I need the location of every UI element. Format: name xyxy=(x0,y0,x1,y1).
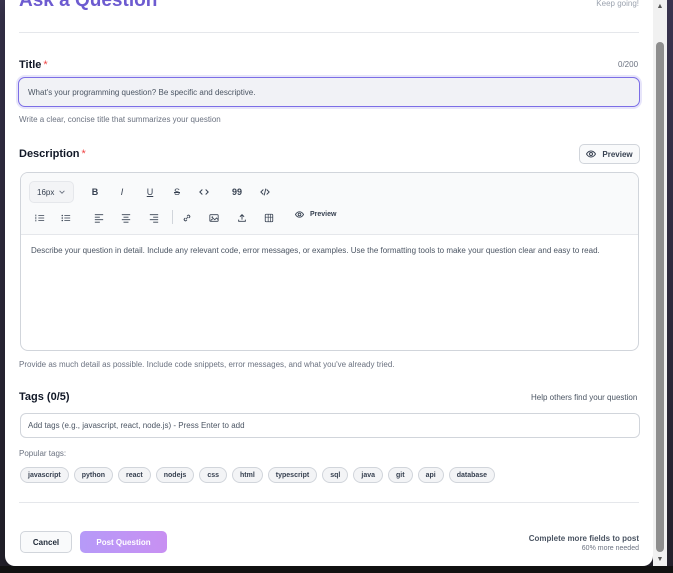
strikethrough-icon[interactable]: S xyxy=(169,184,185,200)
popular-tag[interactable]: javascript xyxy=(20,467,69,483)
popular-tags-list: javascript python react nodejs css html … xyxy=(20,467,496,483)
description-placeholder: Describe your question in detail. Includ… xyxy=(31,246,600,255)
popular-tag[interactable]: database xyxy=(448,467,496,483)
font-size-select[interactable]: 16px xyxy=(29,181,74,203)
table-icon[interactable] xyxy=(261,210,277,226)
popular-tag[interactable]: git xyxy=(388,467,413,483)
scrollbar[interactable]: ▲ ▼ xyxy=(653,0,667,566)
scrollbar-thumb[interactable] xyxy=(656,42,664,552)
required-mark: * xyxy=(81,148,86,160)
popular-tag[interactable]: react xyxy=(118,467,151,483)
popular-tag[interactable]: css xyxy=(199,467,227,483)
chevron-down-icon xyxy=(59,190,66,194)
description-textarea[interactable]: Describe your question in detail. Includ… xyxy=(31,246,631,255)
title-label: Title * xyxy=(19,59,48,71)
post-question-button[interactable]: Post Question xyxy=(80,531,167,553)
popular-tag[interactable]: typescript xyxy=(267,467,318,483)
modal-title: Ask a Question xyxy=(19,0,158,11)
editor-toolbar: 16px B I U S 99 Preview xyxy=(21,173,638,235)
background-page-strip xyxy=(0,566,673,573)
title-input-placeholder: What's your programming question? Be spe… xyxy=(28,87,256,97)
popular-tag[interactable]: api xyxy=(417,467,444,483)
bullet-list-icon[interactable] xyxy=(58,210,74,226)
code-block-icon[interactable] xyxy=(257,184,273,200)
toolbar-divider xyxy=(172,210,173,224)
scroll-down-icon[interactable]: ▼ xyxy=(656,556,664,564)
popular-tag[interactable]: html xyxy=(232,467,263,483)
align-left-icon[interactable] xyxy=(91,210,107,226)
progress-remaining: 60% more needed xyxy=(581,545,639,552)
description-hint: Provide as much detail as possible. Incl… xyxy=(19,360,395,369)
tags-label: Tags (0/5) xyxy=(19,391,70,403)
ordered-list-icon[interactable] xyxy=(32,210,48,226)
tags-helper: Help others find your question xyxy=(531,393,638,402)
eye-icon xyxy=(295,211,304,218)
preview-button-label: Preview xyxy=(602,149,633,159)
keep-going-label: Keep going! xyxy=(596,0,639,8)
popular-tag[interactable]: python xyxy=(73,467,114,483)
preview-button[interactable]: Preview xyxy=(579,144,640,164)
bold-icon[interactable]: B xyxy=(87,184,103,200)
align-right-icon[interactable] xyxy=(146,210,162,226)
tags-input-placeholder: Add tags (e.g., javascript, react, node.… xyxy=(28,421,245,430)
popular-tags-label: Popular tags: xyxy=(19,449,67,458)
toolbar-preview-label: Preview xyxy=(310,211,337,218)
eye-icon xyxy=(586,150,597,158)
link-icon[interactable] xyxy=(179,210,195,226)
image-icon[interactable] xyxy=(206,210,222,226)
title-input[interactable]: What's your programming question? Be spe… xyxy=(18,77,640,107)
footer-divider xyxy=(19,502,639,503)
tags-input[interactable]: Add tags (e.g., javascript, react, node.… xyxy=(20,413,640,438)
quote-icon[interactable]: 99 xyxy=(229,184,245,200)
font-size-value: 16px xyxy=(37,187,55,197)
upload-icon[interactable] xyxy=(234,210,250,226)
modal-header: Ask a Question Keep going! xyxy=(19,0,639,14)
italic-icon[interactable]: I xyxy=(114,184,130,200)
underline-icon[interactable]: U xyxy=(142,184,158,200)
progress-message: Complete more fields to post xyxy=(528,534,639,543)
toolbar-preview-button[interactable]: Preview xyxy=(295,211,336,218)
header-divider xyxy=(19,32,639,33)
title-hint: Write a clear, concise title that summar… xyxy=(19,115,221,124)
description-label: Description * xyxy=(19,148,86,160)
ask-question-modal: Ask a Question Keep going! Title * 0/200 … xyxy=(5,0,653,566)
inline-code-icon[interactable] xyxy=(196,184,212,200)
align-center-icon[interactable] xyxy=(118,210,134,226)
popular-tag[interactable]: nodejs xyxy=(155,467,195,483)
popular-tag[interactable]: java xyxy=(353,467,383,483)
popular-tag[interactable]: sql xyxy=(322,467,349,483)
description-editor: 16px B I U S 99 Preview Describe your qu… xyxy=(20,172,639,351)
scroll-up-icon[interactable]: ▲ xyxy=(656,3,664,11)
title-char-counter: 0/200 xyxy=(618,60,639,69)
cancel-button[interactable]: Cancel xyxy=(20,531,72,553)
required-mark: * xyxy=(43,59,48,71)
